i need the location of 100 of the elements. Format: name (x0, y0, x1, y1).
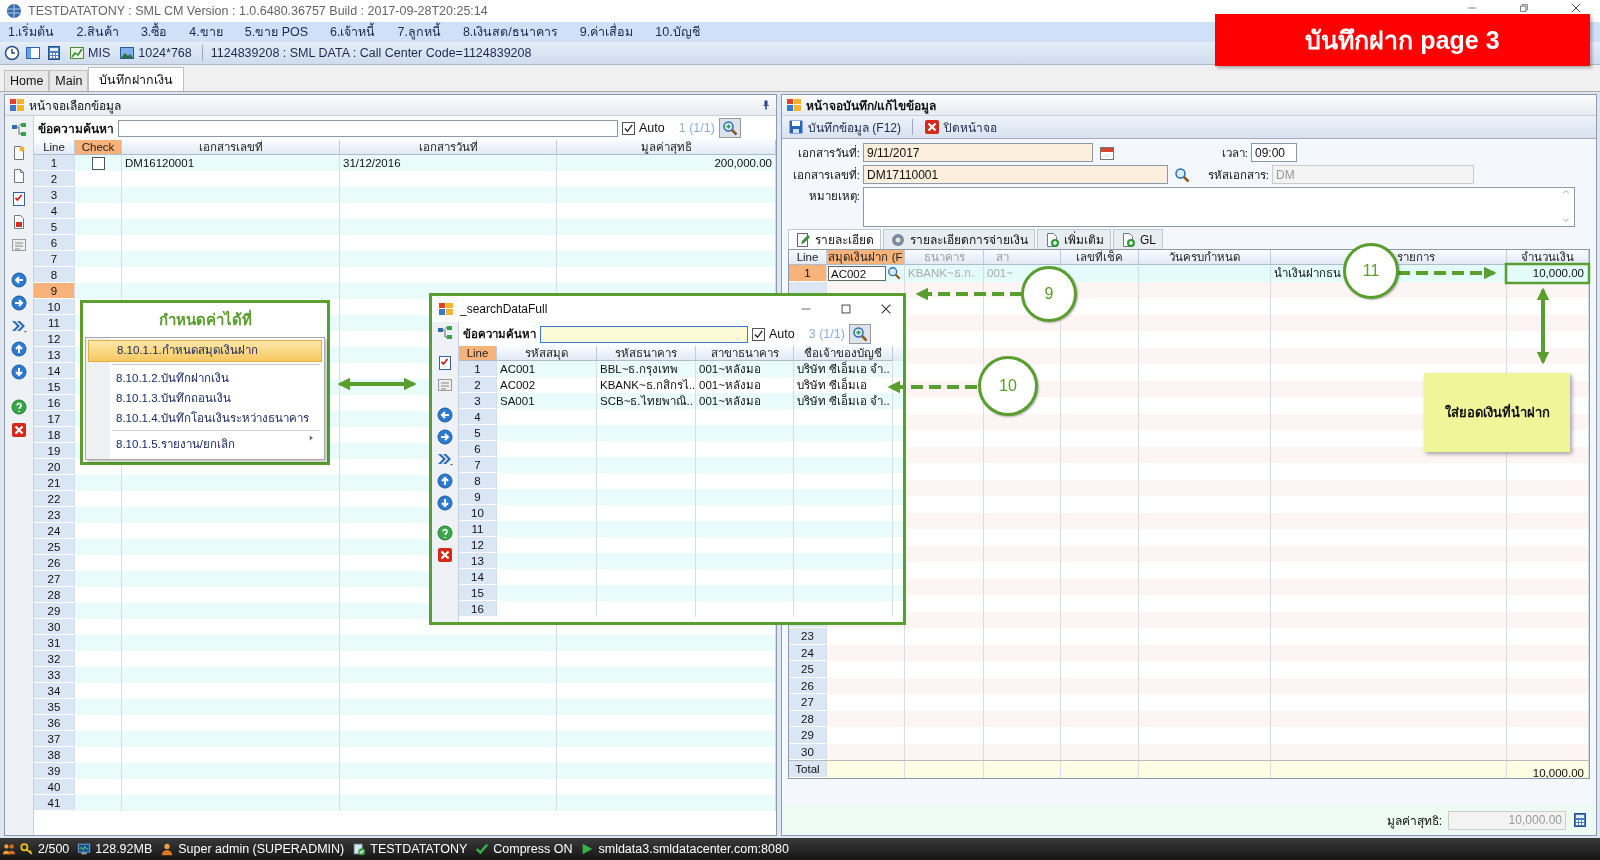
line-number[interactable]: 23 (34, 507, 75, 523)
line-number[interactable]: 5 (34, 219, 75, 235)
line-number[interactable]: 31 (34, 635, 75, 651)
line-number[interactable]: 38 (34, 747, 75, 763)
menu-item[interactable]: 4.ขาย (189, 22, 223, 42)
arrow-up-icon[interactable] (11, 341, 27, 357)
line-number[interactable]: 11 (34, 315, 75, 331)
line-number[interactable]: 5 (474, 427, 481, 439)
tab[interactable]: Main (49, 70, 89, 91)
search-field[interactable] (118, 119, 618, 137)
menu-item[interactable]: 8.10.1.1.กำหนดสมุดเงินฝาก (88, 340, 322, 362)
menu-item[interactable]: 8.10.1.5.รายงาน/ยกเลิก (86, 428, 324, 454)
close-icon[interactable] (1570, 2, 1582, 14)
close-button[interactable]: ปิดหน้าจอ (920, 117, 1001, 137)
menu-item[interactable]: 9.ค่าเสื่อม (579, 22, 634, 42)
calendar-icon[interactable] (1099, 144, 1115, 161)
date-field[interactable]: 9/11/2017 (863, 143, 1093, 162)
calculator-icon[interactable] (1572, 812, 1588, 828)
tab[interactable]: GL (1113, 229, 1163, 249)
search-button[interactable] (718, 118, 741, 138)
maximize-icon[interactable] (839, 302, 853, 316)
menu-item[interactable]: 8.เงินสด/ธนาคาร (462, 22, 558, 42)
column-header[interactable]: สมุดเงินฝาก (F (827, 250, 905, 265)
document-icon[interactable] (11, 145, 27, 161)
tab[interactable]: บันทึกฝากเงิน (88, 67, 185, 91)
line-number[interactable]: 24 (34, 523, 75, 539)
menu-item[interactable]: 8.10.1.4.บันทึกโอนเงินระหว่างธนาคาร (86, 408, 324, 428)
close-icon[interactable] (437, 547, 453, 563)
menu-item[interactable]: 2.สินค้า (76, 22, 119, 42)
line-number[interactable]: 22 (34, 491, 75, 507)
search-field[interactable] (540, 325, 748, 343)
line-number[interactable]: 37 (34, 731, 75, 747)
line-number[interactable]: 19 (34, 443, 75, 459)
auto-checkbox[interactable] (752, 327, 765, 341)
menu-item[interactable]: 5.ขาย POS (244, 22, 309, 42)
line-number[interactable]: 8 (474, 475, 481, 487)
line-number[interactable]: 15 (34, 379, 75, 395)
arrow-left-icon[interactable] (11, 272, 27, 288)
search-icon[interactable] (887, 266, 901, 281)
help-icon[interactable] (11, 399, 27, 415)
line-number[interactable]: 16 (34, 395, 75, 411)
line-number[interactable]: 8 (34, 267, 75, 283)
menu-item[interactable]: 8.10.1.2.บันทึกฝากเงิน (86, 362, 324, 388)
line-number[interactable]: 7 (34, 251, 75, 267)
line-number[interactable]: 14 (34, 363, 75, 379)
double-chevron-icon[interactable] (11, 318, 27, 334)
line-number[interactable]: 33 (34, 667, 75, 683)
line-number[interactable]: 1 (474, 363, 481, 375)
save-button[interactable]: บันทึกข้อมูล (F12) (784, 117, 905, 137)
line-number[interactable]: 18 (34, 427, 75, 443)
line-number[interactable]: 39 (34, 763, 75, 779)
menu-item[interactable]: 3.ซื้อ (140, 22, 168, 42)
line-number[interactable]: 6 (34, 235, 75, 251)
restore-icon[interactable] (1518, 2, 1530, 14)
column-header[interactable]: Line (459, 346, 497, 361)
line-number[interactable]: 9 (474, 491, 481, 503)
document-number-field[interactable]: DM17110001 (863, 165, 1168, 184)
menu-item[interactable]: 7.ลูกหนี้ (397, 22, 441, 42)
line-number[interactable]: 29 (34, 603, 75, 619)
line-number[interactable]: 10 (34, 299, 75, 315)
line-number[interactable]: 3 (474, 395, 481, 407)
clock-icon[interactable] (4, 45, 20, 61)
close-icon[interactable] (879, 302, 893, 316)
mis-button[interactable]: MIS (67, 45, 113, 61)
arrow-up-icon[interactable] (437, 473, 453, 489)
menu-item[interactable]: 1.เริ่มต้น (8, 22, 55, 42)
line-number[interactable]: 4 (34, 203, 75, 219)
line-number[interactable]: 28 (34, 587, 75, 603)
line-number[interactable]: 32 (34, 651, 75, 667)
arrow-right-icon[interactable] (437, 429, 453, 445)
account-field[interactable]: AC002 (828, 265, 886, 281)
line-number[interactable]: 41 (34, 795, 75, 811)
row-checkbox[interactable] (91, 156, 105, 170)
line-number[interactable]: 35 (34, 699, 75, 715)
auto-checkbox[interactable] (622, 121, 635, 135)
line-number[interactable]: 30 (34, 619, 75, 635)
menu-item[interactable]: 10.บัญชี (655, 22, 700, 42)
line-number[interactable]: 26 (34, 555, 75, 571)
line-number[interactable]: 27 (34, 571, 75, 587)
document-icon[interactable] (11, 214, 27, 230)
tab[interactable]: เพิ่มเติม (1037, 229, 1111, 249)
line-number[interactable]: 13 (34, 347, 75, 363)
close-icon[interactable] (11, 422, 27, 438)
double-chevron-icon[interactable] (437, 451, 453, 467)
line-number[interactable]: 9 (34, 283, 75, 299)
line-number[interactable]: 17 (34, 411, 75, 427)
line-number[interactable]: 25 (34, 539, 75, 555)
line-number[interactable]: 21 (34, 475, 75, 491)
line-number[interactable]: 2 (474, 379, 481, 391)
panel-icon[interactable] (25, 45, 41, 61)
document-icon[interactable] (11, 168, 27, 184)
tree-icon[interactable] (437, 325, 453, 341)
calculator-icon[interactable] (46, 45, 62, 61)
tree-icon[interactable] (11, 122, 27, 138)
checklist-icon[interactable] (11, 191, 27, 207)
arrow-right-icon[interactable] (11, 295, 27, 311)
arrow-left-icon[interactable] (437, 407, 453, 423)
resolution-button[interactable]: 1024*768 (117, 45, 194, 61)
search-button[interactable] (848, 324, 871, 344)
line-number[interactable]: 4 (474, 411, 481, 423)
